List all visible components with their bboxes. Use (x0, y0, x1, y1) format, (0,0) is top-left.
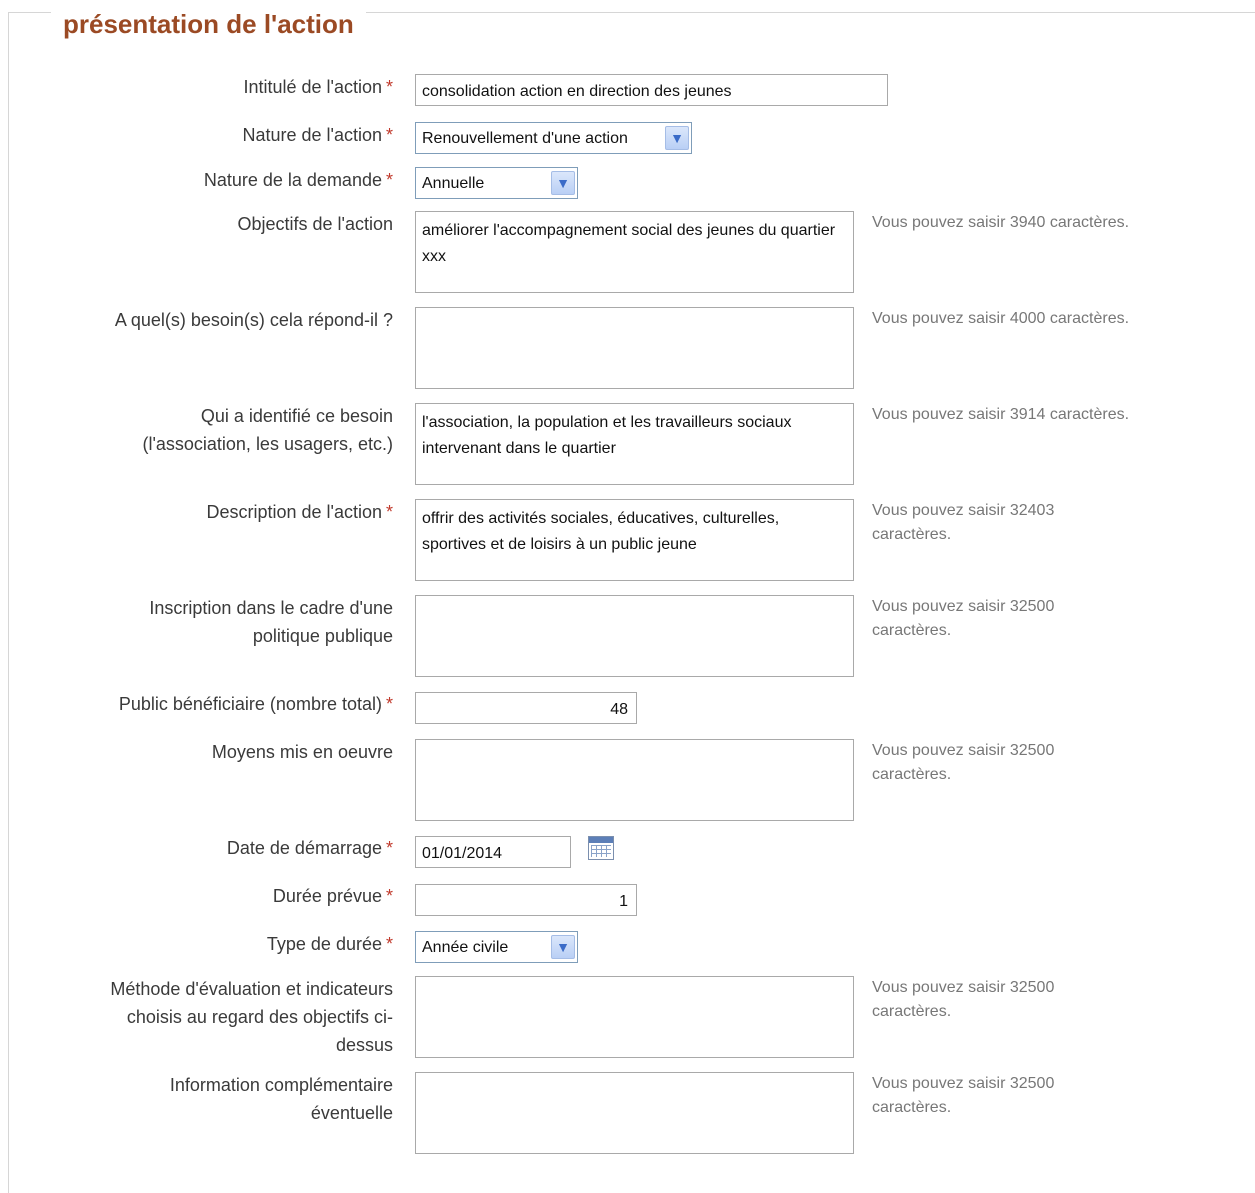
chevron-down-icon[interactable]: ▼ (551, 171, 575, 195)
type-duree-select[interactable]: Année civile ▼ (415, 931, 578, 963)
required-marker: * (385, 125, 393, 145)
type-duree-label: Type de durée * (266, 934, 393, 954)
identifie-label: Qui a identifié ce besoin (l'association,… (142, 406, 393, 454)
moyens-char-hint: Vous pouvez saisir 32500 caractères. (872, 742, 1055, 783)
besoins-char-hint: Vous pouvez saisir 4000 caractères. (872, 310, 1130, 327)
description-char-hint: Vous pouvez saisir 32403 caractères. (872, 502, 1055, 543)
inscription-label: Inscription dans le cadre d'une politique… (149, 598, 393, 646)
duree-input[interactable]: 1 (415, 884, 637, 916)
nature-action-select[interactable]: Renouvellement d'une action ▼ (415, 122, 692, 154)
required-marker: * (385, 502, 393, 522)
moyens-label: Moyens mis en oeuvre (211, 742, 393, 762)
information-textarea[interactable] (415, 1072, 854, 1154)
date-demarrage-label: Date de démarrage * (226, 838, 393, 858)
nature-demande-selected-value: Annuelle (422, 175, 485, 192)
methode-char-hint: Vous pouvez saisir 32500 caractères. (872, 979, 1055, 1020)
required-marker: * (385, 886, 393, 906)
required-marker: * (385, 170, 393, 190)
required-marker: * (385, 694, 393, 714)
identifie-char-hint: Vous pouvez saisir 3914 caractères. (872, 406, 1130, 423)
nature-action-label: Nature de l'action * (242, 125, 393, 145)
intitule-label: Intitulé de l'action * (243, 77, 393, 97)
calendar-icon[interactable] (588, 836, 614, 860)
nature-action-selected-value: Renouvellement d'une action (422, 130, 628, 147)
besoins-label: A quel(s) besoin(s) cela répond-il ? (114, 310, 393, 330)
nature-demande-select[interactable]: Annuelle ▼ (415, 167, 578, 199)
required-marker: * (385, 77, 393, 97)
required-marker: * (385, 838, 393, 858)
public-input[interactable]: 48 (415, 692, 637, 724)
methode-textarea[interactable] (415, 976, 854, 1058)
duree-label: Durée prévue * (272, 886, 393, 906)
required-marker: * (385, 934, 393, 954)
intitule-input[interactable]: consolidation action en direction des je… (415, 74, 888, 106)
information-char-hint: Vous pouvez saisir 32500 caractères. (872, 1075, 1055, 1116)
inscription-textarea[interactable] (415, 595, 854, 677)
objectifs-char-hint: Vous pouvez saisir 3940 caractères. (872, 214, 1130, 231)
public-label: Public bénéficiaire (nombre total) * (118, 694, 393, 714)
type-duree-selected-value: Année civile (422, 939, 509, 956)
information-label: Information complémentaire éventuelle (169, 1075, 393, 1123)
besoins-textarea[interactable] (415, 307, 854, 389)
nature-demande-label: Nature de la demande * (203, 170, 393, 190)
objectifs-textarea[interactable]: améliorer l'accompagnement social des je… (415, 211, 854, 293)
chevron-down-icon[interactable]: ▼ (551, 935, 575, 959)
inscription-char-hint: Vous pouvez saisir 32500 caractères. (872, 598, 1055, 639)
objectifs-label: Objectifs de l'action (237, 214, 393, 234)
chevron-down-icon[interactable]: ▼ (665, 126, 689, 150)
date-demarrage-input[interactable]: 01/01/2014 (415, 836, 571, 868)
moyens-textarea[interactable] (415, 739, 854, 821)
description-label: Description de l'action * (206, 502, 393, 522)
description-textarea[interactable]: offrir des activités sociales, éducative… (415, 499, 854, 581)
identifie-textarea[interactable]: l'association, la population et les trav… (415, 403, 854, 485)
methode-label: Méthode d'évaluation et indicateurs chois… (110, 979, 393, 1055)
section-title: présentation de l'action (51, 9, 366, 39)
